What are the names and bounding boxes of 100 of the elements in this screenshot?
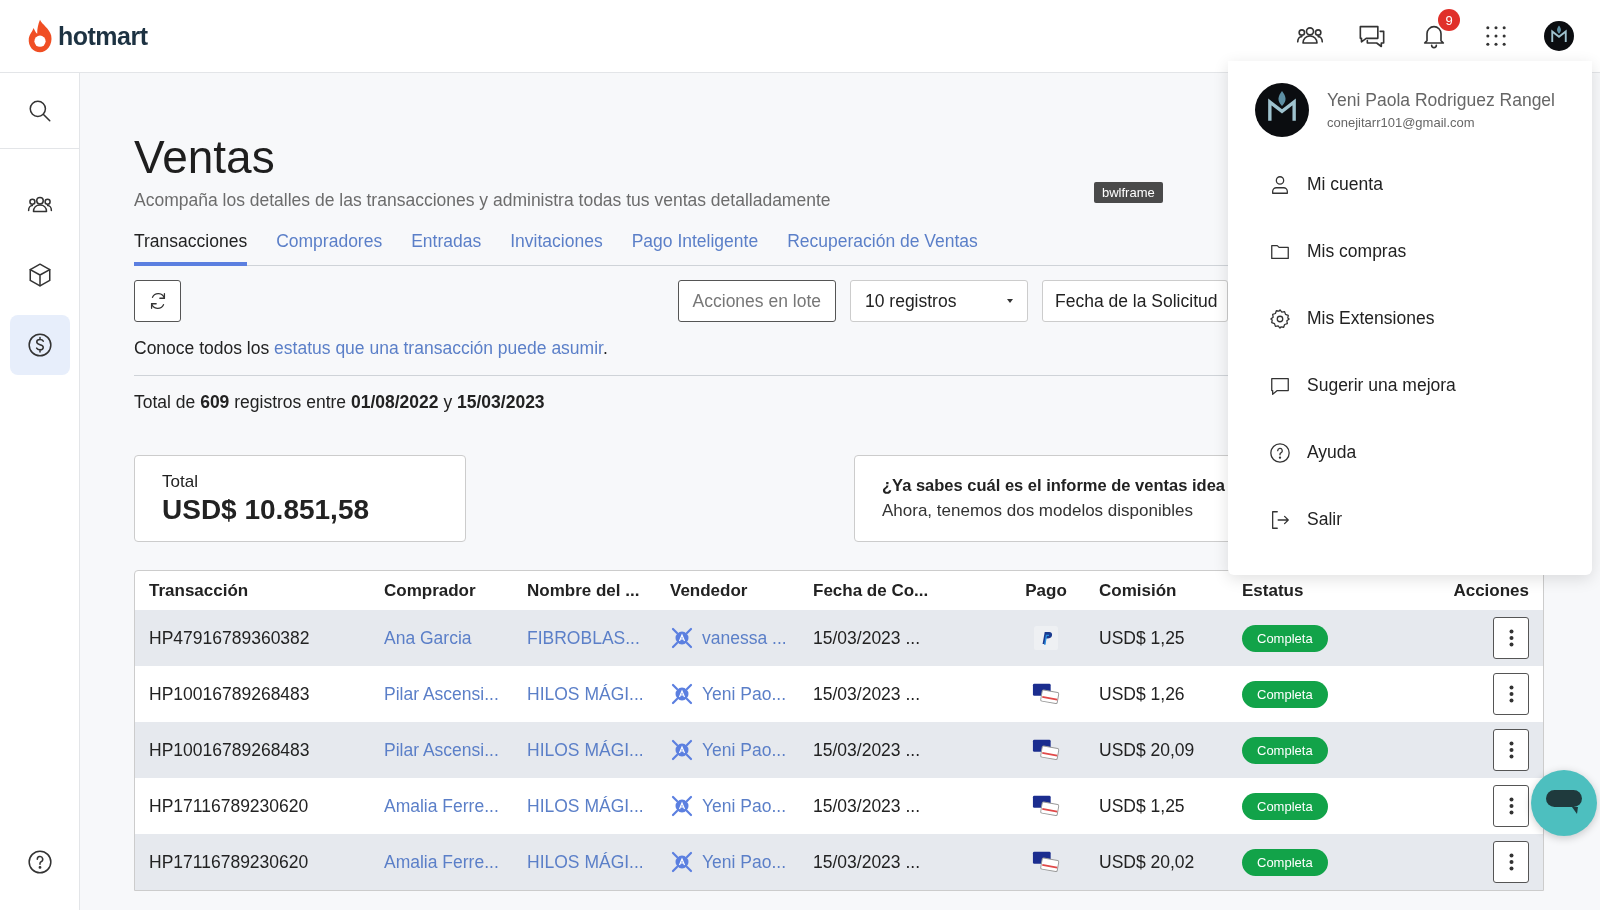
column-header: Vendedor xyxy=(670,580,749,601)
logout-icon xyxy=(1269,508,1291,531)
menu-item[interactable]: Mis Extensiones xyxy=(1255,285,1575,352)
table-cell-text: USD$ 1,25 xyxy=(1099,795,1186,817)
tab[interactable]: Compradores xyxy=(276,231,383,266)
status-badge: Completa xyxy=(1242,680,1328,708)
table-cell-text: HP10016789268483 xyxy=(149,739,311,761)
affiliate-icon xyxy=(670,626,694,650)
column-header: Transacción xyxy=(149,580,250,601)
profile-avatar[interactable] xyxy=(1255,83,1309,137)
report-text: Ahora, tenemos dos modelos disponibles xyxy=(882,501,1193,521)
buyer-link[interactable]: Pilar Ascensi... xyxy=(384,739,527,761)
tab[interactable]: Entradas xyxy=(411,231,482,266)
table-cell-text: USD$ 1,25 xyxy=(1099,627,1186,649)
buyer-link[interactable]: Amalia Ferre... xyxy=(384,851,527,873)
seller-link[interactable]: Yeni Pao... xyxy=(702,683,786,705)
chat-bubble-icon xyxy=(1546,790,1582,816)
row-actions-button[interactable] xyxy=(1493,673,1529,715)
column-header: Acciones xyxy=(1452,580,1529,601)
status-badge: Completa xyxy=(1242,624,1328,652)
more-icon xyxy=(1508,629,1514,647)
person-icon xyxy=(1269,173,1291,196)
user-name: Yeni Paola Rodriguez Rangel xyxy=(1327,90,1555,111)
table-cell-text: HP17116789230620 xyxy=(149,795,310,817)
column-header: Estatus xyxy=(1242,580,1305,601)
row-actions-button[interactable] xyxy=(1493,729,1529,771)
more-icon xyxy=(1508,741,1514,759)
page-size-select[interactable]: 10 registros xyxy=(850,280,1028,322)
affiliate-icon xyxy=(670,738,694,762)
column-header: Pago xyxy=(1024,580,1068,601)
product-link[interactable]: HILOS MÁGI... xyxy=(527,795,670,817)
product-link[interactable]: HILOS MÁGI... xyxy=(527,683,670,705)
product-link[interactable]: HILOS MÁGI... xyxy=(527,739,670,761)
table-cell-text: HP47916789360382 xyxy=(149,627,311,649)
column-header: Comisión xyxy=(1099,580,1178,601)
table-cell-text: HP17116789230620 xyxy=(149,851,310,873)
row-actions-button[interactable] xyxy=(1493,841,1529,883)
menu-item[interactable]: Sugerir una mejora xyxy=(1255,352,1575,419)
status-badge: Completa xyxy=(1242,848,1328,876)
user-avatar[interactable] xyxy=(1544,21,1574,51)
column-header: Fecha de Co... xyxy=(813,580,930,601)
credit-card-icon xyxy=(1032,850,1060,874)
seller-link[interactable]: Yeni Pao... xyxy=(702,739,786,761)
menu-item[interactable]: Mis compras xyxy=(1255,218,1575,285)
logo-text[interactable]: hotmart xyxy=(58,21,148,51)
column-header: Comprador xyxy=(384,580,477,601)
product-link[interactable]: FIBROBLAS... xyxy=(527,627,670,649)
date-filter-select[interactable]: Fecha de la Solicitud xyxy=(1042,280,1228,322)
help-icon xyxy=(26,849,53,875)
credit-card-icon xyxy=(1032,682,1060,706)
credit-card-icon xyxy=(1032,738,1060,762)
tab[interactable]: Transacciones xyxy=(134,231,248,266)
flame-logo-icon[interactable] xyxy=(26,17,54,55)
help-icon xyxy=(1269,441,1291,464)
refresh-button[interactable] xyxy=(134,280,181,322)
total-label: Total xyxy=(162,471,199,492)
table-cell-text: USD$ 20,02 xyxy=(1099,851,1196,873)
row-actions-button[interactable] xyxy=(1493,785,1529,827)
tooltip: bwlframe xyxy=(1094,182,1163,203)
menu-item[interactable]: Mi cuenta xyxy=(1255,151,1575,218)
table-cell-text: 15/03/2023 ... xyxy=(813,739,922,761)
seller-link[interactable]: Yeni Pao... xyxy=(702,795,786,817)
tab[interactable]: Invitaciones xyxy=(510,231,603,266)
buyer-link[interactable]: Pilar Ascensi... xyxy=(384,683,527,705)
dollar-icon xyxy=(26,332,53,358)
status-link[interactable]: estatus que una transacción puede asumir xyxy=(274,338,603,358)
status-note: Conoce todos los estatus que una transacción puede asumir. xyxy=(134,338,608,359)
status-badge: Completa xyxy=(1242,792,1328,820)
product-link[interactable]: HILOS MÁGI... xyxy=(527,851,670,873)
table-cell-text: 15/03/2023 ... xyxy=(813,683,922,705)
caret-icon xyxy=(1007,299,1013,303)
more-icon xyxy=(1508,685,1514,703)
column-header: Nombre del ... xyxy=(527,580,641,601)
page-title: Ventas xyxy=(134,130,275,184)
paypal-icon xyxy=(1032,626,1060,650)
affiliate-icon xyxy=(670,682,694,706)
box-icon xyxy=(26,262,53,288)
seller-link[interactable]: Yeni Pao... xyxy=(702,851,786,873)
table-cell-text: USD$ 1,26 xyxy=(1099,683,1186,705)
report-title: ¿Ya sabes cuál es el informe de ventas idea xyxy=(882,476,1225,495)
credit-card-icon xyxy=(1032,794,1060,818)
affiliate-icon xyxy=(670,794,694,818)
more-icon xyxy=(1508,853,1514,871)
buyer-link[interactable]: Ana Garcia xyxy=(384,627,527,649)
table-cell-text: HP10016789268483 xyxy=(149,683,311,705)
total-value: USD$ 10.851,58 xyxy=(162,493,371,526)
buyer-link[interactable]: Amalia Ferre... xyxy=(384,795,527,817)
row-actions-button[interactable] xyxy=(1493,617,1529,659)
seller-link[interactable]: vanessa ... xyxy=(702,627,787,649)
bulk-actions-button[interactable]: Acciones en lote xyxy=(677,280,836,322)
records-summary: Total de 609 registros entre 01/08/2022 y 15/03/2023 xyxy=(134,392,545,413)
table-cell-text: USD$ 20,09 xyxy=(1099,739,1196,761)
status-badge: Completa xyxy=(1242,736,1328,764)
tab[interactable]: Recuperación de Ventas xyxy=(787,231,978,266)
tab[interactable]: Pago Inteligente xyxy=(631,231,759,266)
affiliate-icon xyxy=(670,850,694,874)
sidebar-item[interactable] xyxy=(9,315,70,375)
chat-button[interactable] xyxy=(1531,770,1597,836)
gear-icon xyxy=(1269,307,1291,330)
more-icon xyxy=(1508,797,1514,815)
